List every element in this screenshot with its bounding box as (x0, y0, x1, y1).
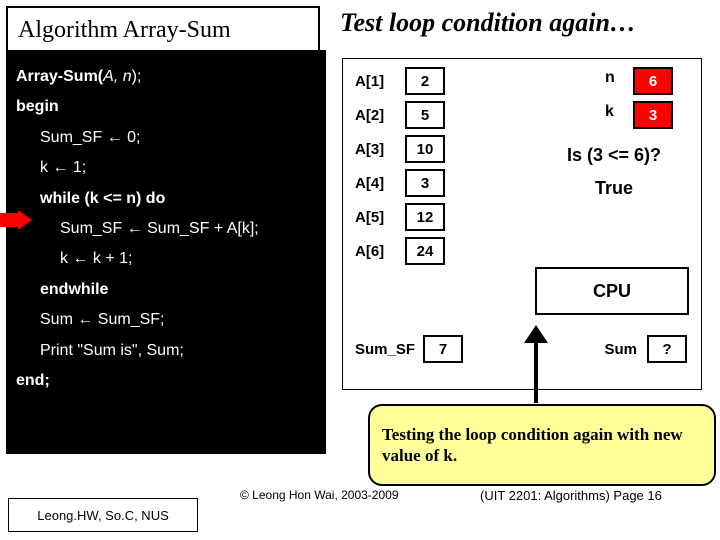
code-line: Sum ← Sum_SF; (16, 305, 316, 335)
array-row: A[2] 5 (355, 101, 445, 129)
author-box: Leong.HW, So.C, NUS (8, 498, 198, 532)
algorithm-title-box: Algorithm Array-Sum (6, 6, 320, 54)
sum-value: ? (647, 335, 687, 363)
code-line: Sum_SF ← 0; (16, 123, 316, 153)
array-value: 24 (405, 237, 445, 265)
cpu-box: CPU (535, 267, 689, 315)
page-ref: (UIT 2201: Algorithms) Page 16 (480, 488, 662, 503)
array-value: 5 (405, 101, 445, 129)
sum-label: Sum (604, 341, 637, 358)
array-value: 10 (405, 135, 445, 163)
headline: Test loop condition again… (340, 8, 636, 38)
k-value: 3 (633, 101, 673, 129)
copyright: © Leong Hon Wai, 2003-2009 (240, 488, 399, 502)
array-value: 3 (405, 169, 445, 197)
code-line: Print "Sum is", Sum; (16, 336, 316, 366)
slide-root: Algorithm Array-Sum Test loop condition … (0, 0, 720, 540)
up-arrow-icon (516, 325, 556, 403)
array-label: A[1] (355, 73, 405, 90)
array-value: 12 (405, 203, 445, 231)
array-label: A[5] (355, 209, 405, 226)
pointer-arrow-icon (0, 210, 32, 230)
array-row: A[1] 2 (355, 67, 445, 95)
code-line: end; (16, 366, 316, 396)
algorithm-title: Algorithm Array-Sum (18, 17, 231, 44)
n-value: 6 (633, 67, 673, 95)
array-label: A[3] (355, 141, 405, 158)
sumsf-row: Sum_SF 7 (355, 335, 463, 363)
array-row: A[4] 3 (355, 169, 445, 197)
array-label: A[2] (355, 107, 405, 124)
condition-answer: True (539, 178, 689, 199)
note-callout: Testing the loop condition again with ne… (368, 404, 716, 486)
sum-row: Sum ? (604, 335, 687, 363)
pseudocode-box: Array-Sum(A, n); begin Sum_SF ← 0; k ← 1… (6, 50, 326, 454)
k-label: k (605, 103, 614, 121)
code-line: begin (16, 92, 316, 122)
array-label: A[4] (355, 175, 405, 192)
array-row: A[5] 12 (355, 203, 445, 231)
n-label: n (605, 69, 615, 87)
array-value: 2 (405, 67, 445, 95)
note-text: Testing the loop condition again with ne… (382, 424, 702, 467)
condition-question: Is (3 <= 6)? (539, 145, 689, 166)
array-row: A[6] 24 (355, 237, 445, 265)
code-line: k ← 1; (16, 153, 316, 183)
array-label: A[6] (355, 243, 405, 260)
sumsf-value: 7 (423, 335, 463, 363)
code-line: Array-Sum(A, n); (16, 62, 316, 92)
condition-box: Is (3 <= 6)? True (539, 145, 689, 199)
code-line: endwhile (16, 275, 316, 305)
code-line-while: while (k <= n) do (16, 184, 316, 214)
code-line: k ← k + 1; (16, 244, 316, 274)
code-line: Sum_SF ← Sum_SF + A[k]; (16, 214, 316, 244)
sumsf-label: Sum_SF (355, 341, 415, 358)
array-row: A[3] 10 (355, 135, 445, 163)
